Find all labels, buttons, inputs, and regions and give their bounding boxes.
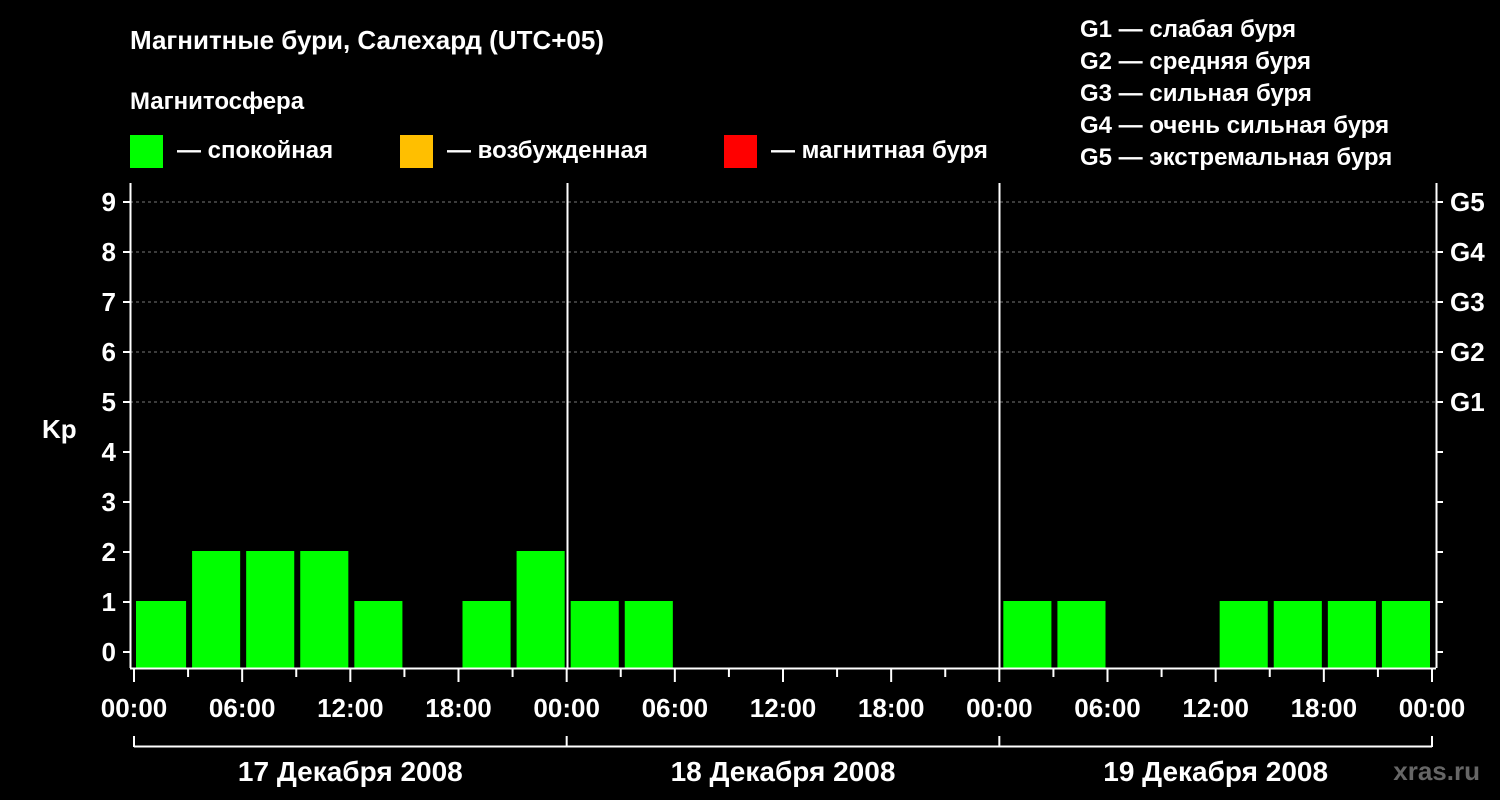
y-tick-label: 1 (102, 587, 116, 617)
storm-level-tick-label: G2 (1450, 337, 1485, 367)
x-tick-label: 00:00 (1399, 693, 1466, 723)
storm-level-legend: G1 — слабая буря G2 — средняя буря G3 — … (1080, 16, 1392, 171)
y-tick-label: 6 (102, 337, 116, 367)
chart-title: Магнитные бури, Салехард (UTC+05) (130, 25, 604, 55)
kp-bar (624, 601, 673, 668)
x-tick-label: 12:00 (1182, 693, 1249, 723)
state-legend: — спокойная — возбужденная — магнитная б… (130, 135, 988, 168)
legend-label-storm: — магнитная буря (771, 137, 988, 164)
x-tick-label: 06:00 (642, 693, 709, 723)
x-tick-label: 18:00 (425, 693, 492, 723)
x-tick-label: 06:00 (209, 693, 276, 723)
x-tick-label: 12:00 (317, 693, 384, 723)
site-watermark: xras.ru (1393, 756, 1480, 786)
x-tick-label: 00:00 (101, 693, 168, 723)
storm-level-g2: G2 — средняя буря (1080, 48, 1311, 75)
magnetosphere-label: Магнитосфера (130, 88, 305, 115)
x-tick-label: 18:00 (858, 693, 925, 723)
x-tick-label: 18:00 (1291, 693, 1358, 723)
y-tick-label: 4 (102, 437, 117, 467)
kp-bar (136, 601, 187, 668)
x-tick-label: 00:00 (533, 693, 600, 723)
storm-level-g1: G1 — слабая буря (1080, 16, 1296, 43)
kp-bar (1057, 601, 1106, 668)
storm-level-tick-label: G3 (1450, 287, 1485, 317)
legend-swatch-storm (724, 135, 757, 168)
day-label: 19 Декабря 2008 (1103, 756, 1328, 787)
y-tick-label: 3 (102, 487, 116, 517)
kp-bar (1003, 601, 1052, 668)
storm-level-tick-label: G5 (1450, 187, 1485, 217)
legend-swatch-calm (130, 135, 163, 168)
kp-bar (354, 601, 403, 668)
legend-swatch-excited (400, 135, 433, 168)
y-tick-label: 9 (102, 187, 116, 217)
y-axis-label: Kp (42, 414, 77, 444)
axis-ticks: 0 1 2 3 4 5 6 7 8 9 G1 G2 G3 G4 G5 00:00 06:00 12:00 18:00… (101, 187, 1485, 787)
kp-bar (1381, 601, 1430, 668)
legend-label-calm: — спокойная (177, 137, 333, 164)
storm-level-g5: G5 — экстремальная буря (1080, 144, 1392, 171)
kp-bar (300, 551, 349, 668)
x-tick-label: 00:00 (966, 693, 1033, 723)
legend-label-excited: — возбужденная (447, 137, 648, 164)
storm-level-tick-label: G4 (1450, 237, 1485, 267)
kp-bar (462, 601, 511, 668)
storm-level-g3: G3 — сильная буря (1080, 80, 1312, 107)
y-tick-label: 2 (102, 537, 116, 567)
x-tick-label: 12:00 (750, 693, 817, 723)
kp-bar (570, 601, 619, 668)
storm-level-g4: G4 — очень сильная буря (1080, 112, 1389, 139)
y-tick-label: 0 (102, 637, 116, 667)
y-tick-label: 7 (102, 287, 116, 317)
kp-bar (516, 551, 565, 668)
kp-bars (136, 551, 1430, 668)
y-tick-label: 8 (102, 237, 116, 267)
kp-bar (1327, 601, 1376, 668)
y-tick-label: 5 (102, 387, 116, 417)
kp-bar (1219, 601, 1268, 668)
day-label: 17 Декабря 2008 (238, 756, 463, 787)
kp-bar (192, 551, 241, 668)
storm-level-tick-label: G1 (1450, 387, 1485, 417)
kp-bar (1273, 601, 1322, 668)
kp-bar (246, 551, 295, 668)
day-label: 18 Декабря 2008 (671, 756, 896, 787)
x-tick-label: 06:00 (1074, 693, 1141, 723)
kp-chart: Магнитные бури, Салехард (UTC+05) Магнит… (42, 16, 1485, 787)
